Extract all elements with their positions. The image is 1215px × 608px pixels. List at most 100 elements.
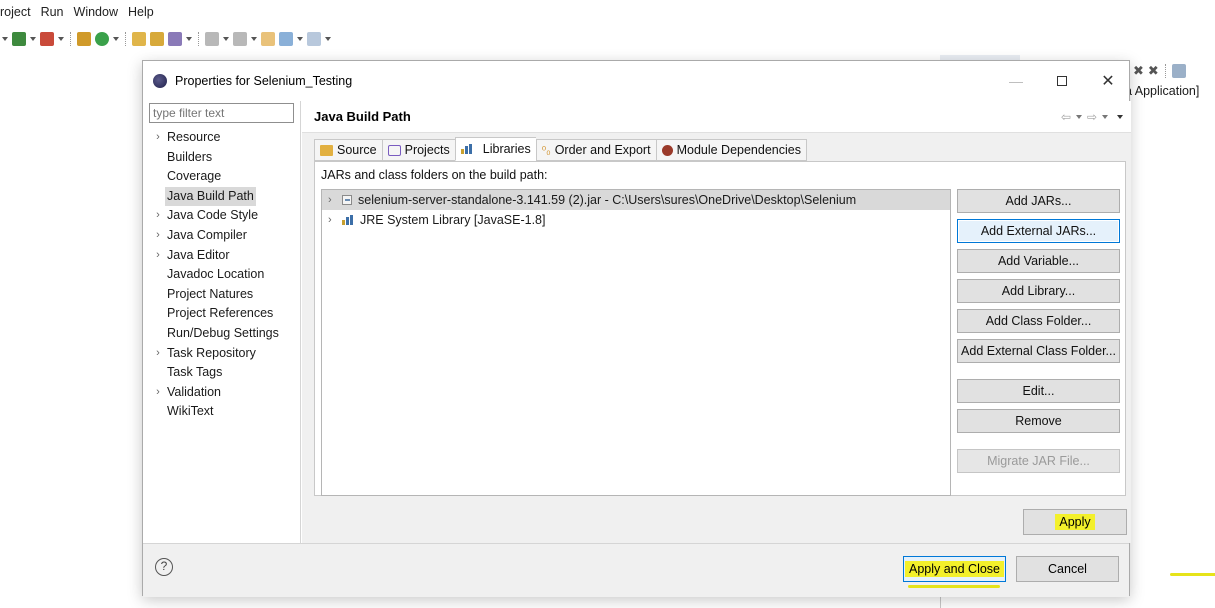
next-annotation-icon[interactable] — [205, 32, 219, 46]
library-row[interactable]: › JRE System Library [JavaSE-1.8] — [322, 210, 950, 230]
page-title: Java Build Path — [314, 109, 411, 124]
edit-button[interactable]: Edit... — [957, 379, 1120, 403]
expand-arrow-icon[interactable]: › — [149, 128, 167, 148]
maximize-icon — [1057, 76, 1067, 86]
tree-item-label: Java Compiler — [167, 227, 247, 242]
libraries-panel: JARs and class folders on the build path… — [314, 161, 1126, 496]
tree-item-javadoc-location[interactable]: Javadoc Location — [149, 265, 299, 285]
tree-item-run-debug-settings[interactable]: Run/Debug Settings — [149, 324, 299, 344]
tree-item-resource[interactable]: › Resource — [149, 128, 299, 148]
tree-item-java-editor[interactable]: › Java Editor — [149, 246, 299, 266]
menu-window[interactable]: Window — [74, 5, 118, 19]
tab-module-dependencies[interactable]: Module Dependencies — [655, 139, 807, 161]
dropdown-caret-icon[interactable] — [30, 37, 36, 41]
dialog-titlebar[interactable]: Properties for Selenium_Testing — ✕ — [143, 61, 1129, 101]
back-dropdown-icon[interactable] — [1075, 115, 1082, 119]
tab-module-dependencies-label: Module Dependencies — [676, 143, 801, 157]
menu-project[interactable]: roject — [0, 5, 31, 19]
expand-arrow-icon[interactable]: › — [328, 194, 342, 206]
add-variable-button[interactable]: Add Variable... — [957, 249, 1120, 273]
tree-item-label: Task Repository — [167, 345, 256, 360]
tree-item-project-references[interactable]: Project References — [149, 304, 299, 324]
tree-item-builders[interactable]: Builders — [149, 148, 299, 168]
dropdown-caret-icon[interactable] — [58, 37, 64, 41]
debug-icon[interactable] — [12, 32, 26, 46]
add-class-folder-button[interactable]: Add Class Folder... — [957, 309, 1120, 333]
new-package-icon[interactable] — [77, 32, 91, 46]
previous-annotation-icon[interactable] — [233, 32, 247, 46]
menu-help[interactable]: Help — [128, 5, 154, 19]
jar-icon — [342, 195, 352, 205]
console-icon[interactable] — [1171, 64, 1186, 78]
expand-arrow-icon[interactable]: › — [328, 214, 342, 226]
tree-item-task-repository[interactable]: › Task Repository — [149, 344, 299, 364]
help-icon[interactable]: ? — [155, 558, 173, 576]
dropdown-caret-icon[interactable] — [186, 37, 192, 41]
view-menu-icon[interactable] — [1117, 115, 1123, 119]
tree-item-label: Task Tags — [167, 365, 223, 380]
tab-projects-label: Projects — [404, 143, 450, 157]
apply-and-close-button[interactable]: Apply and Close — [903, 556, 1006, 582]
add-jars-button[interactable]: Add JARs... — [957, 189, 1120, 213]
minimize-button[interactable]: — — [993, 61, 1039, 101]
forward-icon[interactable] — [307, 32, 321, 46]
tree-item-coverage[interactable]: Coverage — [149, 167, 299, 187]
expand-arrow-icon[interactable]: › — [149, 206, 167, 226]
tree-item-wikitext[interactable]: WikiText — [149, 402, 299, 422]
properties-tree: › Resource Builders Coverage Java Build Path… — [149, 128, 299, 422]
tab-order-export-label: Order and Export — [554, 143, 651, 157]
dropdown-caret-icon[interactable] — [2, 37, 8, 41]
cancel-button[interactable]: Cancel — [1016, 556, 1119, 582]
back-arrow-icon[interactable]: ⇦ — [1061, 110, 1071, 124]
run-icon[interactable] — [40, 32, 54, 46]
expand-arrow-icon[interactable]: › — [149, 344, 167, 364]
apply-label: Apply — [1055, 514, 1095, 530]
dropdown-caret-icon[interactable] — [223, 37, 229, 41]
filter-input[interactable] — [149, 103, 294, 123]
expand-arrow-icon[interactable]: › — [149, 226, 167, 246]
new-class-icon[interactable] — [95, 32, 109, 46]
remove-button[interactable]: Remove — [957, 409, 1120, 433]
menu-run[interactable]: Run — [41, 5, 64, 19]
menu-bar: roject Run Window Help — [0, 0, 1215, 24]
tab-projects[interactable]: Projects — [381, 139, 455, 161]
dropdown-caret-icon[interactable] — [113, 37, 119, 41]
migrate-jar-button[interactable]: Migrate JAR File... — [957, 449, 1120, 473]
forward-dropdown-icon[interactable] — [1102, 115, 1108, 119]
expand-arrow-icon[interactable]: › — [149, 383, 167, 403]
tree-item-validation[interactable]: › Validation — [149, 383, 299, 403]
page-header: Java Build Path ⇦ ⇨ — [302, 101, 1131, 133]
close-button[interactable]: ✕ — [1085, 61, 1131, 101]
tree-item-task-tags[interactable]: Task Tags — [149, 363, 299, 383]
search-icon[interactable] — [168, 32, 182, 46]
tab-libraries[interactable]: Libraries — [454, 137, 536, 161]
maximize-button[interactable] — [1039, 61, 1085, 101]
add-external-class-folder-button[interactable]: Add External Class Folder... — [957, 339, 1120, 363]
tree-item-java-compiler[interactable]: › Java Compiler — [149, 226, 299, 246]
last-edit-icon[interactable] — [261, 32, 275, 46]
forward-arrow-icon[interactable]: ⇨ — [1087, 110, 1097, 124]
tree-item-label: Java Build Path — [165, 186, 256, 207]
close-icon: ✕ — [1101, 73, 1115, 90]
dropdown-caret-icon[interactable] — [251, 37, 257, 41]
apply-button[interactable]: Apply — [1023, 509, 1127, 535]
open-task-icon[interactable] — [150, 32, 164, 46]
library-row[interactable]: › selenium-server-standalone-3.141.59 (2… — [322, 190, 950, 210]
tree-item-java-build-path[interactable]: Java Build Path — [149, 186, 299, 207]
open-type-icon[interactable] — [132, 32, 146, 46]
remove-launch-icon[interactable]: ✖ — [1133, 63, 1144, 79]
library-list[interactable]: › selenium-server-standalone-3.141.59 (2… — [321, 189, 951, 496]
remove-all-icon[interactable]: ✖ — [1148, 63, 1159, 79]
dropdown-caret-icon[interactable] — [325, 37, 331, 41]
dropdown-caret-icon[interactable] — [297, 37, 303, 41]
expand-arrow-icon[interactable]: › — [149, 246, 167, 266]
tree-item-project-natures[interactable]: Project Natures — [149, 285, 299, 305]
console-launch-text: a Application] — [1125, 84, 1200, 98]
add-external-jars-button[interactable]: Add External JARs... — [957, 219, 1120, 243]
tree-item-java-code-style[interactable]: › Java Code Style — [149, 206, 299, 226]
tab-order-export[interactable]: ⁰₀ Order and Export — [535, 139, 656, 161]
library-icon — [342, 215, 355, 225]
add-library-button[interactable]: Add Library... — [957, 279, 1120, 303]
back-icon[interactable] — [279, 32, 293, 46]
tab-source[interactable]: Source — [314, 139, 382, 161]
